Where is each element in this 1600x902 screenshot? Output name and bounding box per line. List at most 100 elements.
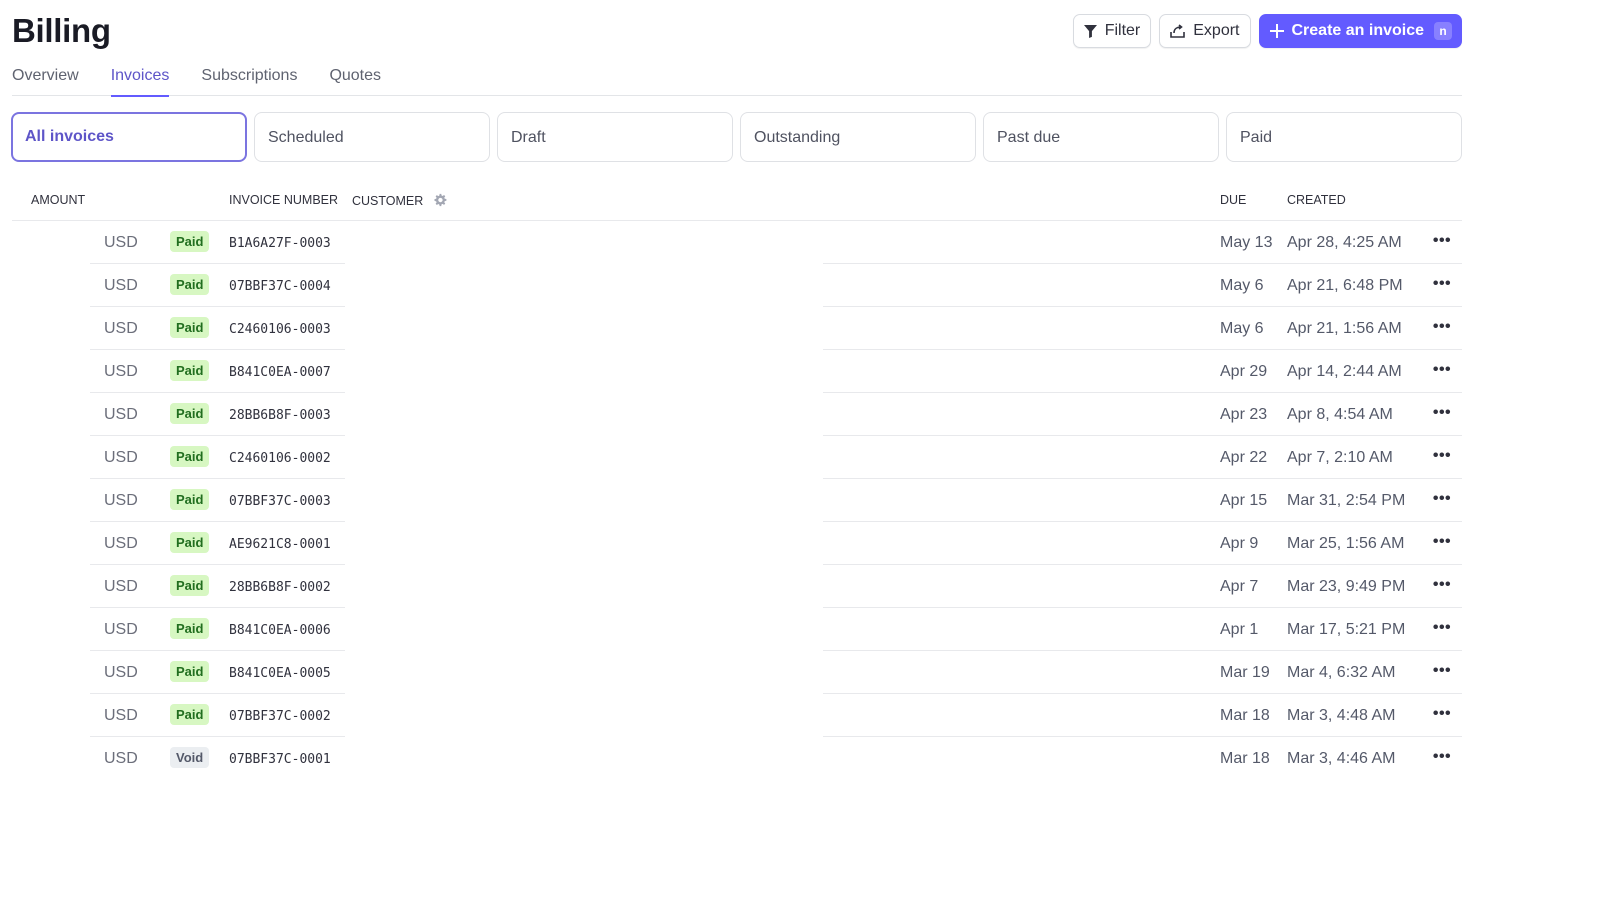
amount-currency: USD <box>104 234 138 251</box>
row-more-actions-icon[interactable]: ••• <box>1432 704 1452 724</box>
due-date: Mar 19 <box>1220 664 1270 681</box>
row-more-actions-icon[interactable]: ••• <box>1432 532 1452 552</box>
amount-currency: USD <box>104 535 138 552</box>
column-due[interactable]: DUE <box>1220 193 1246 207</box>
table-row[interactable]: USD Paid B841C0EA-0007 Apr 29 Apr 14, 2:44 A… <box>12 350 1462 393</box>
status-badge: Paid <box>170 360 210 381</box>
invoice-number[interactable]: 07BBF37C-0002 <box>229 707 331 727</box>
invoices-table: AMOUNT INVOICE NUMBER CUSTOMER DUE CREAT… <box>12 178 1462 780</box>
export-button-label: Export <box>1193 22 1240 39</box>
table-row[interactable]: USD Paid B841C0EA-0005 Mar 19 Mar 4, 6:32 AM… <box>12 651 1462 694</box>
row-more-actions-icon[interactable]: ••• <box>1432 403 1452 423</box>
row-more-actions-icon[interactable]: ••• <box>1432 747 1452 767</box>
table-row[interactable]: USD Paid AE9621C8-0001 Apr 9 Mar 25, 1:56 AM… <box>12 522 1462 565</box>
amount-currency: USD <box>104 707 138 724</box>
created-date: Apr 28, 4:25 AM <box>1287 234 1402 251</box>
invoice-number[interactable]: B841C0EA-0007 <box>229 363 331 383</box>
row-more-actions-icon[interactable]: ••• <box>1432 575 1452 595</box>
invoice-number[interactable]: AE9621C8-0001 <box>229 535 331 555</box>
filter-paid[interactable]: Paid <box>1226 112 1462 162</box>
table-row[interactable]: USD Paid 28BB6B8F-0003 Apr 23 Apr 8, 4:54 AM… <box>12 393 1462 436</box>
status-badge: Paid <box>170 575 210 596</box>
status-badge: Paid <box>170 618 210 639</box>
amount-currency: USD <box>104 664 138 681</box>
row-more-actions-icon[interactable]: ••• <box>1432 274 1452 294</box>
table-row[interactable]: USD Paid B1A6A27F-0003 May 13 Apr 28, 4:25 A… <box>12 221 1462 264</box>
invoice-number[interactable]: 28BB6B8F-0003 <box>229 406 331 426</box>
page-title: Billing <box>12 12 111 49</box>
amount-currency: USD <box>104 406 138 423</box>
column-invoice-number[interactable]: INVOICE NUMBER <box>229 193 338 207</box>
status-badge: Paid <box>170 403 210 424</box>
filter-scheduled[interactable]: Scheduled <box>254 112 490 162</box>
tab-subscriptions[interactable]: Subscriptions <box>201 64 297 96</box>
filter-all-invoices[interactable]: All invoices <box>11 112 247 162</box>
keyboard-shortcut-badge: n <box>1434 22 1452 40</box>
due-date: Apr 15 <box>1220 492 1268 509</box>
filter-outstanding[interactable]: Outstanding <box>740 112 976 162</box>
column-customer-label[interactable]: CUSTOMER <box>352 194 423 208</box>
status-badge: Paid <box>170 446 210 467</box>
amount-currency: USD <box>104 578 138 595</box>
row-more-actions-icon[interactable]: ••• <box>1432 489 1452 509</box>
table-row[interactable]: USD Paid C2460106-0003 May 6 Apr 21, 1:56 AM… <box>12 307 1462 350</box>
created-date: Mar 4, 6:32 AM <box>1287 664 1396 681</box>
invoice-number[interactable]: 07BBF37C-0003 <box>229 492 331 512</box>
invoice-number[interactable]: C2460106-0003 <box>229 320 331 340</box>
export-button[interactable]: Export <box>1159 14 1251 48</box>
created-date: Mar 3, 4:46 AM <box>1287 750 1396 767</box>
due-date: Apr 9 <box>1220 535 1259 552</box>
column-amount[interactable]: AMOUNT <box>31 193 85 207</box>
amount-currency: USD <box>104 277 138 294</box>
tab-quotes[interactable]: Quotes <box>329 64 381 96</box>
invoice-number[interactable]: C2460106-0002 <box>229 449 331 469</box>
amount-currency: USD <box>104 621 138 638</box>
column-created[interactable]: CREATED <box>1287 193 1346 207</box>
invoice-number[interactable]: 07BBF37C-0001 <box>229 750 331 770</box>
created-date: Mar 17, 5:21 PM <box>1287 621 1406 638</box>
amount-currency: USD <box>104 492 138 509</box>
export-icon <box>1170 24 1186 38</box>
due-date: Apr 7 <box>1220 578 1259 595</box>
row-more-actions-icon[interactable]: ••• <box>1432 618 1452 638</box>
created-date: Apr 14, 2:44 AM <box>1287 363 1402 380</box>
created-date: Apr 7, 2:10 AM <box>1287 449 1393 466</box>
created-date: Apr 8, 4:54 AM <box>1287 406 1393 423</box>
filter-draft[interactable]: Draft <box>497 112 733 162</box>
table-row[interactable]: USD Paid 28BB6B8F-0002 Apr 7 Mar 23, 9:49 PM… <box>12 565 1462 608</box>
due-date: Mar 18 <box>1220 707 1270 724</box>
plus-icon <box>1269 24 1284 38</box>
due-date: Apr 22 <box>1220 449 1268 466</box>
invoice-number[interactable]: B841C0EA-0006 <box>229 621 331 641</box>
invoice-number[interactable]: B1A6A27F-0003 <box>229 234 331 254</box>
invoice-number[interactable]: B841C0EA-0005 <box>229 664 331 684</box>
table-row[interactable]: USD Paid 07BBF37C-0004 May 6 Apr 21, 6:48 PM… <box>12 264 1462 307</box>
filter-button[interactable]: Filter <box>1072 14 1152 48</box>
table-row[interactable]: USD Paid C2460106-0002 Apr 22 Apr 7, 2:10 AM… <box>12 436 1462 479</box>
filter-past-due[interactable]: Past due <box>983 112 1219 162</box>
row-more-actions-icon[interactable]: ••• <box>1432 360 1452 380</box>
amount-currency: USD <box>104 750 138 767</box>
table-row[interactable]: USD Paid 07BBF37C-0003 Apr 15 Mar 31, 2:54 P… <box>12 479 1462 522</box>
column-customer: CUSTOMER <box>352 193 447 208</box>
row-more-actions-icon[interactable]: ••• <box>1432 661 1452 681</box>
tab-invoices[interactable]: Invoices <box>110 64 169 97</box>
invoice-number[interactable]: 28BB6B8F-0002 <box>229 578 331 598</box>
table-row[interactable]: USD Paid 07BBF37C-0002 Mar 18 Mar 3, 4:48 AM… <box>12 694 1462 737</box>
create-invoice-button[interactable]: Create an invoice n <box>1258 14 1462 48</box>
status-badge: Paid <box>170 317 210 338</box>
row-more-actions-icon[interactable]: ••• <box>1432 231 1452 251</box>
due-date: Apr 29 <box>1220 363 1268 380</box>
table-row[interactable]: USD Void 07BBF37C-0001 Mar 18 Mar 3, 4:46 AM… <box>12 737 1462 780</box>
filter-button-label: Filter <box>1104 22 1141 39</box>
row-more-actions-icon[interactable]: ••• <box>1432 317 1452 337</box>
created-date: Mar 3, 4:48 AM <box>1287 707 1396 724</box>
tab-overview[interactable]: Overview <box>12 64 79 96</box>
created-date: Apr 21, 1:56 AM <box>1287 320 1402 337</box>
due-date: May 13 <box>1220 234 1273 251</box>
table-row[interactable]: USD Paid B841C0EA-0006 Apr 1 Mar 17, 5:21 PM… <box>12 608 1462 651</box>
row-more-actions-icon[interactable]: ••• <box>1432 446 1452 466</box>
amount-currency: USD <box>104 449 138 466</box>
gear-icon[interactable] <box>433 193 447 207</box>
invoice-number[interactable]: 07BBF37C-0004 <box>229 277 331 297</box>
